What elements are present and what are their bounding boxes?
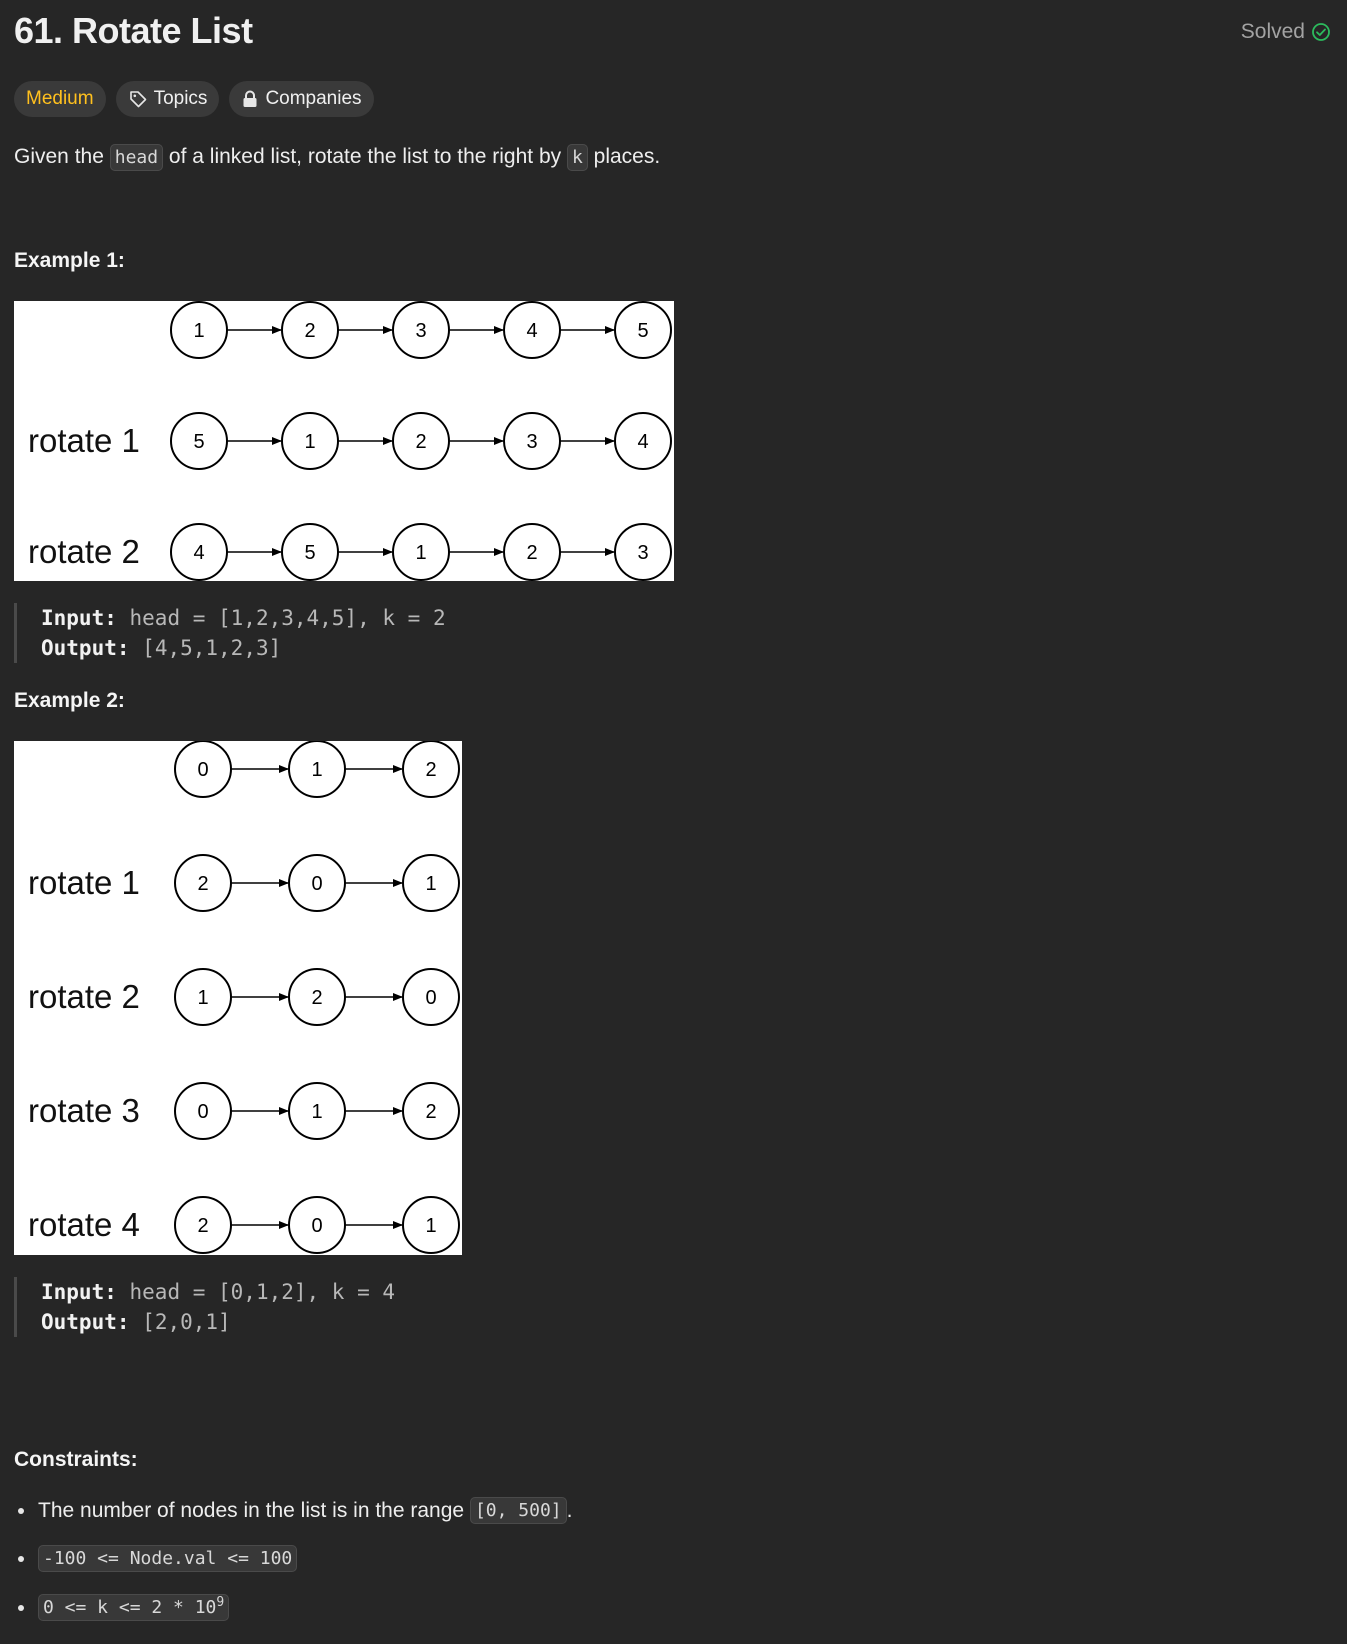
- row-label: rotate 2: [28, 978, 140, 1015]
- node-value: 1: [311, 1101, 322, 1123]
- node-value: 1: [197, 987, 208, 1009]
- row-label: rotate 3: [28, 1092, 140, 1129]
- output-value: [4,5,1,2,3]: [142, 636, 282, 660]
- node-value: 3: [415, 320, 426, 342]
- constraint-code-base: 0 <= k <= 2 * 10: [43, 1597, 217, 1618]
- example-2-output-line: Output: [2,0,1]: [41, 1307, 395, 1337]
- row-label: rotate 2: [28, 533, 140, 570]
- inline-code-head: head: [109, 144, 164, 171]
- node-value: 1: [425, 873, 436, 895]
- companies-label: Companies: [265, 88, 362, 109]
- constraint-code: -100 <= Node.val <= 100: [38, 1545, 298, 1572]
- example-2-diagram: 0 1 2 rotate 1 2 0 1 rotate 2 1 2 0 rotate 3 0 1 2 rota…: [14, 741, 462, 1255]
- example-1-title: Example 1:: [14, 249, 125, 272]
- difficulty-badge: Medium: [14, 81, 106, 117]
- constraint-code: 0 <= k <= 2 * 109: [38, 1594, 230, 1621]
- node-value: 2: [304, 320, 315, 342]
- row-label: rotate 1: [28, 422, 140, 459]
- node-value: 5: [304, 542, 315, 564]
- node-value: 2: [197, 1215, 208, 1237]
- bullet: [18, 1604, 24, 1611]
- row-label: rotate 1: [28, 864, 140, 901]
- example-1-diagram: 1 2 3 4 5 rotate 1 5 1 2 3 4 rotate 2 4 5 1 2 3: [14, 301, 674, 581]
- node-value: 0: [197, 1101, 208, 1123]
- difficulty-label: Medium: [26, 88, 94, 109]
- constraint-text: The number of nodes in the list is in th…: [38, 1498, 465, 1522]
- constraint-code: [0, 500]: [469, 1497, 567, 1524]
- node-value: 3: [637, 542, 648, 564]
- output-label: Output:: [41, 1310, 130, 1334]
- example-1-output-line: Output: [4,5,1,2,3]: [41, 633, 446, 663]
- row-label: rotate 4: [28, 1206, 140, 1243]
- node-value: 4: [637, 431, 648, 453]
- bullet: [18, 1507, 24, 1514]
- problem-title: 61. Rotate List: [14, 10, 253, 51]
- input-value: head = [1,2,3,4,5], k = 2: [129, 606, 446, 630]
- node-value: 0: [311, 1215, 322, 1237]
- lock-icon: [241, 89, 259, 109]
- description-text: Given the: [14, 145, 110, 168]
- node-value: 1: [193, 320, 204, 342]
- input-label: Input:: [41, 606, 117, 630]
- node-value: 1: [415, 542, 426, 564]
- node-value: 5: [637, 320, 648, 342]
- input-label: Input:: [41, 1280, 117, 1304]
- node-value: 4: [193, 542, 204, 564]
- node-value: 2: [425, 759, 436, 781]
- description-text: places.: [587, 145, 661, 168]
- example-1-input-line: Input: head = [1,2,3,4,5], k = 2: [41, 603, 446, 633]
- example-2-diagram-svg: 0 1 2 rotate 1 2 0 1 rotate 2 1 2 0 rotate 3 0 1 2 rota…: [28, 741, 460, 1254]
- inline-code-k: k: [566, 144, 588, 171]
- node-value: 3: [526, 431, 537, 453]
- constraint-item: -100 <= Node.val <= 100: [14, 1545, 298, 1572]
- problem-description: Given the head of a linked list, rotate …: [14, 140, 660, 175]
- bullet: [18, 1555, 24, 1562]
- node-value: 2: [197, 873, 208, 895]
- constraint-code-exponent: 9: [216, 1595, 225, 1610]
- output-label: Output:: [41, 636, 130, 660]
- example-1-io: Input: head = [1,2,3,4,5], k = 2 Output:…: [14, 603, 446, 663]
- node-value: 4: [526, 320, 537, 342]
- node-value: 2: [526, 542, 537, 564]
- node-value: 1: [425, 1215, 436, 1237]
- node-value: 1: [304, 431, 315, 453]
- constraint-end: .: [566, 1498, 573, 1522]
- constraints-title: Constraints:: [14, 1448, 138, 1471]
- example-2-input-line: Input: head = [0,1,2], k = 4: [41, 1277, 395, 1307]
- solved-label: Solved: [1240, 20, 1305, 43]
- companies-button[interactable]: Companies: [229, 81, 374, 117]
- node-value: 1: [311, 759, 322, 781]
- node-value: 2: [311, 987, 322, 1009]
- constraint-item: 0 <= k <= 2 * 109: [14, 1594, 230, 1621]
- topics-button[interactable]: Topics: [115, 81, 220, 117]
- constraint-item: The number of nodes in the list is in th…: [14, 1497, 572, 1524]
- example-1-diagram-svg: 1 2 3 4 5 rotate 1 5 1 2 3 4 rotate 2 4 5 1 2 3: [28, 301, 672, 581]
- example-2-title: Example 2:: [14, 689, 125, 712]
- node-value: 0: [425, 987, 436, 1009]
- node-value: 2: [415, 431, 426, 453]
- node-value: 2: [425, 1101, 436, 1123]
- description-text: of a linked list, rotate the list to the…: [163, 145, 567, 168]
- example-2-io: Input: head = [0,1,2], k = 4 Output: [2,…: [14, 1277, 395, 1337]
- tag-icon: [128, 89, 148, 109]
- node-value: 0: [311, 873, 322, 895]
- solved-status: Solved: [1241, 20, 1331, 44]
- topics-label: Topics: [153, 88, 208, 109]
- node-value: 0: [197, 759, 208, 781]
- output-value: [2,0,1]: [142, 1310, 231, 1334]
- input-value: head = [0,1,2], k = 4: [129, 1280, 396, 1304]
- node-value: 5: [193, 431, 204, 453]
- check-circle-icon: [1311, 22, 1331, 42]
- tag-row: Medium Topics Companies: [14, 81, 374, 117]
